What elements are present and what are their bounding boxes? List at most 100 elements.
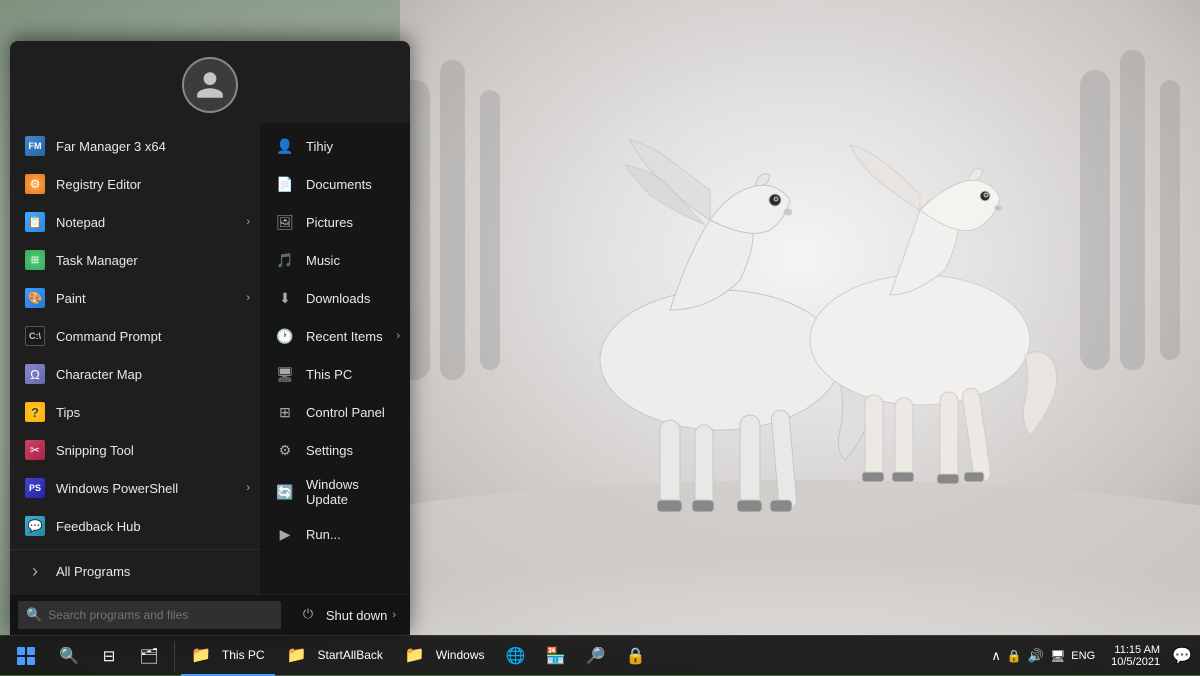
win-logo-br — [27, 657, 35, 665]
paint-arrow: › — [246, 292, 250, 304]
notepad-icon: 📋 — [24, 211, 46, 233]
taskbar-app-windows[interactable]: 📁 Windows — [395, 636, 495, 676]
clock-date: 10/5/2021 — [1111, 656, 1160, 668]
this-pc-taskbar-label: This PC — [222, 648, 265, 662]
system-tray: ∧ 🔒 🔊 🖥 ENG — [987, 648, 1099, 664]
search-box[interactable]: 🔍 — [18, 601, 281, 629]
edge-icon: 🌐 — [505, 645, 527, 667]
shutdown-button[interactable]: ⏻ Shut down › — [289, 595, 410, 635]
menu-item-far-manager[interactable]: FM Far Manager 3 x64 — [10, 127, 260, 165]
magnifier-icon: 🔎 — [585, 645, 607, 667]
search-input[interactable] — [48, 608, 273, 622]
search-icon: 🔍 — [26, 607, 42, 623]
user-icon — [194, 69, 226, 101]
recent-items-icon: 🕐 — [274, 325, 296, 347]
registry-editor-icon: ⚙ — [24, 173, 46, 195]
tray-monitor-icon[interactable]: 🖥 — [1050, 649, 1065, 663]
taskbar-taskview-button[interactable]: ⊟ — [90, 636, 128, 676]
menu-item-snipping-tool[interactable]: ✂ Snipping Tool — [10, 431, 260, 469]
tray-volume-icon[interactable]: 🔊 — [1028, 648, 1044, 664]
recent-items-arrow: › — [396, 330, 400, 342]
tihiy-icon: 👤 — [274, 135, 296, 157]
menu-item-character-map[interactable]: Ω Character Map — [10, 355, 260, 393]
menu-item-powershell[interactable]: PS Windows PowerShell › — [10, 469, 260, 507]
menu-left: FM Far Manager 3 x64 ⚙ Registry Editor 📋… — [10, 123, 260, 594]
downloads-icon: ⬇ — [274, 287, 296, 309]
taskview-icon: ⊟ — [98, 645, 120, 667]
menu-item-tihiy[interactable]: 👤 Tihiy — [260, 127, 410, 165]
taskbar-edge-button[interactable]: 🌐 — [497, 636, 535, 676]
explorer-icon: 🗂 — [138, 645, 160, 667]
character-map-icon: Ω — [24, 363, 46, 385]
this-pc-taskbar-icon: 📁 — [191, 645, 211, 665]
user-avatar[interactable] — [182, 57, 238, 113]
menu-item-downloads[interactable]: ⬇ Downloads — [260, 279, 410, 317]
taskbar-right: ∧ 🔒 🔊 🖥 ENG 11:15 AM 10/5/2021 💬 — [987, 644, 1200, 668]
clock[interactable]: 11:15 AM 10/5/2021 — [1103, 644, 1168, 668]
menu-right: 👤 Tihiy 📄 Documents 🖼 Pictures 🎵 Music ⬇ — [260, 123, 410, 594]
this-pc-icon: 🖥 — [274, 363, 296, 385]
menu-item-windows-update[interactable]: 🔄 Windows Update — [260, 469, 410, 515]
shutdown-arrow: › — [392, 609, 396, 621]
taskbar-explorer-button[interactable]: 🗂 — [130, 636, 168, 676]
desktop: FM Far Manager 3 x64 ⚙ Registry Editor 📋… — [0, 0, 1200, 675]
start-button[interactable] — [4, 636, 48, 676]
menu-bottom: 🔍 ⏻ Shut down › — [10, 594, 410, 635]
win-logo-tr — [27, 647, 35, 655]
menu-item-pictures[interactable]: 🖼 Pictures — [260, 203, 410, 241]
tray-chevron[interactable]: ∧ — [991, 648, 1001, 664]
tips-icon: ? — [24, 401, 46, 423]
tray-lock-icon[interactable]: 🔒 — [1007, 649, 1022, 663]
horses-image — [400, 0, 1200, 640]
control-panel-icon: ⊞ — [274, 401, 296, 423]
windows-taskbar-label: Windows — [436, 648, 485, 662]
far-manager-icon: FM — [24, 135, 46, 157]
menu-item-task-manager[interactable]: ⊞ Task Manager — [10, 241, 260, 279]
shutdown-icon: ⏻ — [303, 606, 321, 624]
taskbar-magnifier-button[interactable]: 🔎 — [577, 636, 615, 676]
paint-icon: 🎨 — [24, 287, 46, 309]
powershell-icon: PS — [24, 477, 46, 499]
taskbar-security-button[interactable]: 🔒 — [617, 636, 655, 676]
menu-item-notepad[interactable]: 📋 Notepad › — [10, 203, 260, 241]
store-icon: 🏪 — [545, 645, 567, 667]
feedback-hub-icon: 💬 — [24, 515, 46, 537]
menu-item-run[interactable]: ▶ Run... — [260, 515, 410, 553]
menu-item-tips[interactable]: ? Tips — [10, 393, 260, 431]
taskbar-search-button[interactable]: 🔍 — [50, 636, 88, 676]
user-section — [10, 41, 410, 123]
menu-item-documents[interactable]: 📄 Documents — [260, 165, 410, 203]
tray-language-label[interactable]: ENG — [1071, 650, 1095, 662]
win-logo-bl — [17, 657, 25, 665]
taskbar-app-startallback[interactable]: 📁 StartAllBack — [277, 636, 393, 676]
menu-item-control-panel[interactable]: ⊞ Control Panel — [260, 393, 410, 431]
clock-time: 11:15 AM — [1111, 644, 1160, 656]
notepad-arrow: › — [246, 216, 250, 228]
menu-item-feedback-hub[interactable]: 💬 Feedback Hub — [10, 507, 260, 545]
startallback-taskbar-icon: 📁 — [287, 645, 307, 665]
notification-button[interactable]: 💬 — [1172, 646, 1192, 666]
settings-icon: ⚙ — [274, 439, 296, 461]
all-programs-icon: › — [24, 560, 46, 582]
windows-taskbar-icon: 📁 — [405, 645, 425, 665]
powershell-arrow: › — [246, 482, 250, 494]
taskbar-separator — [174, 641, 175, 671]
taskbar-store-button[interactable]: 🏪 — [537, 636, 575, 676]
menu-item-recent-items[interactable]: 🕐 Recent Items › — [260, 317, 410, 355]
menu-item-all-programs[interactable]: › All Programs — [10, 549, 260, 590]
pictures-icon: 🖼 — [274, 211, 296, 233]
menu-item-command-prompt[interactable]: C:\ Command Prompt — [10, 317, 260, 355]
menu-item-registry-editor[interactable]: ⚙ Registry Editor — [10, 165, 260, 203]
menu-item-music[interactable]: 🎵 Music — [260, 241, 410, 279]
win-logo-tl — [17, 647, 25, 655]
taskbar-left: 🔍 ⊟ 🗂 📁 This PC 📁 StartAllBack — [0, 636, 987, 676]
search-taskbar-icon: 🔍 — [58, 645, 80, 667]
menu-item-settings[interactable]: ⚙ Settings — [260, 431, 410, 469]
menu-item-paint[interactable]: 🎨 Paint › — [10, 279, 260, 317]
menu-columns: FM Far Manager 3 x64 ⚙ Registry Editor 📋… — [10, 123, 410, 594]
task-manager-icon: ⊞ — [24, 249, 46, 271]
run-icon: ▶ — [274, 523, 296, 545]
menu-item-this-pc[interactable]: 🖥 This PC — [260, 355, 410, 393]
taskbar-app-this-pc[interactable]: 📁 This PC — [181, 636, 275, 676]
music-icon: 🎵 — [274, 249, 296, 271]
